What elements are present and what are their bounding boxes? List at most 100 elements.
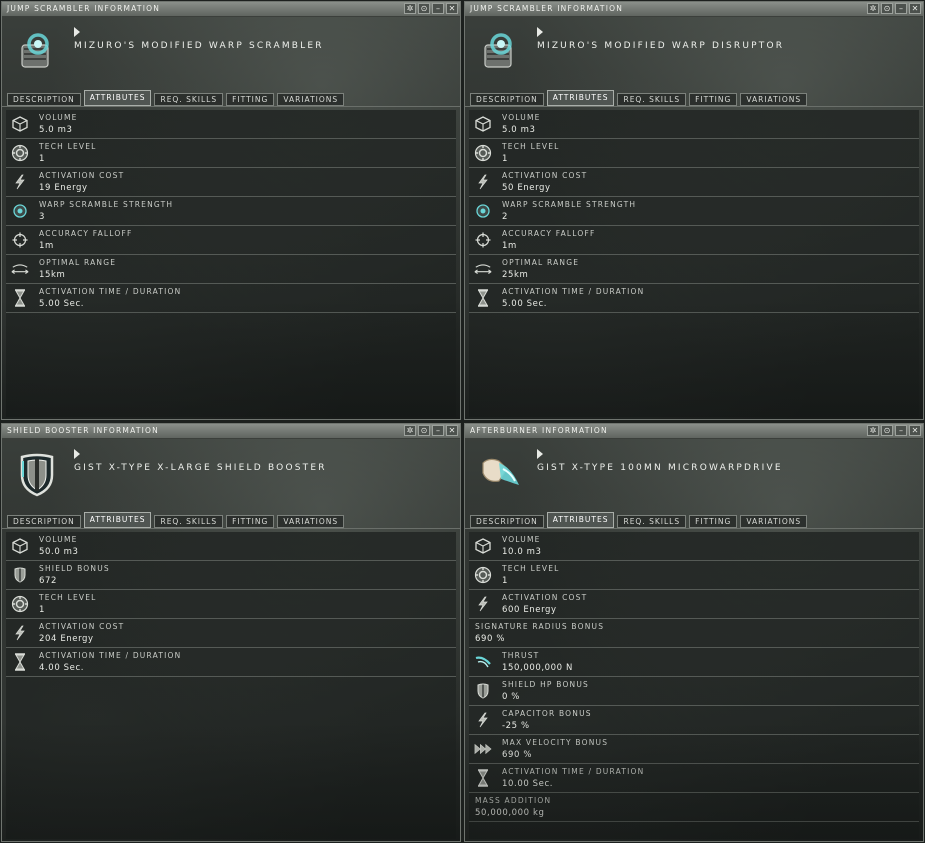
close-button[interactable]: ✕	[446, 3, 458, 14]
window-title: JUMP SCRAMBLER INFORMATION	[470, 4, 624, 13]
attribute-row: TECH LEVEL 1	[469, 561, 919, 590]
tab-variations[interactable]: VARIATIONS	[277, 515, 345, 528]
tab-description[interactable]: DESCRIPTION	[7, 515, 81, 528]
close-button[interactable]: ✕	[446, 425, 458, 436]
tab-attributes[interactable]: ATTRIBUTES	[83, 90, 152, 106]
attribute-label: VOLUME	[39, 535, 78, 544]
attribute-row: SIGNATURE RADIUS BONUS 690 %	[469, 619, 919, 648]
attribute-value: 600 Energy	[502, 605, 557, 615]
close-icon: ✕	[448, 4, 456, 13]
pin-icon: ✲	[869, 426, 877, 435]
tab-description[interactable]: DESCRIPTION	[470, 515, 544, 528]
attribute-label: SHIELD BONUS	[39, 564, 110, 573]
attribute-value: 672	[39, 576, 58, 586]
tab-variations[interactable]: VARIATIONS	[740, 93, 808, 106]
attribute-row: WARP SCRAMBLE STRENGTH 2	[469, 197, 919, 226]
attribute-value: 19 Energy	[39, 183, 88, 193]
settings-icon: ⊙	[883, 4, 891, 13]
attribute-label: ACTIVATION COST	[502, 593, 588, 602]
pin-icon: ✲	[869, 4, 877, 13]
close-icon: ✕	[448, 426, 456, 435]
expand-arrow-icon[interactable]	[74, 449, 80, 459]
attribute-value: 1	[39, 154, 46, 164]
tab-description[interactable]: DESCRIPTION	[470, 93, 544, 106]
settings-icon: ⊙	[883, 426, 891, 435]
tab-fitting[interactable]: FITTING	[689, 93, 738, 106]
tab-variations[interactable]: VARIATIONS	[277, 93, 345, 106]
tab-fitting[interactable]: FITTING	[226, 93, 275, 106]
attribute-row: MAX VELOCITY BONUS 690 %	[469, 735, 919, 764]
tab-fitting[interactable]: FITTING	[689, 515, 738, 528]
tab-fitting[interactable]: FITTING	[226, 515, 275, 528]
minimize-button[interactable]: –	[895, 3, 907, 14]
minimize-icon: –	[899, 426, 903, 435]
tab-attributes[interactable]: ATTRIBUTES	[83, 512, 152, 528]
info-window-microwarpdrive: AFTERBURNER INFORMATION ✲ ⊙ – ✕ GIST X-TYPE 1…	[464, 423, 924, 842]
tab-attributes[interactable]: ATTRIBUTES	[546, 90, 615, 106]
expand-arrow-icon[interactable]	[74, 27, 80, 37]
shield-booster-icon	[14, 451, 60, 497]
attribute-value: 25km	[502, 270, 529, 280]
attribute-value: 1	[502, 576, 509, 586]
attribute-value: 690 %	[502, 750, 533, 760]
tab-description[interactable]: DESCRIPTION	[7, 93, 81, 106]
close-button[interactable]: ✕	[909, 425, 921, 436]
attribute-row: VOLUME 50.0 m3	[6, 532, 456, 561]
attribute-row: ACTIVATION TIME / DURATION 4.00 Sec.	[6, 648, 456, 677]
warp-disruptor-icon	[477, 29, 523, 75]
tab-req-skills[interactable]: REQ. SKILLS	[154, 93, 224, 106]
tab-req-skills[interactable]: REQ. SKILLS	[154, 515, 224, 528]
activation-cost-icon	[11, 173, 29, 191]
attribute-value: 10.00 Sec.	[502, 779, 554, 789]
attribute-label: VOLUME	[502, 535, 541, 544]
attribute-row: TECH LEVEL 1	[6, 139, 456, 168]
close-button[interactable]: ✕	[909, 3, 921, 14]
attribute-row: VOLUME 10.0 m3	[469, 532, 919, 561]
settings-button[interactable]: ⊙	[418, 425, 430, 436]
attribute-label: SIGNATURE RADIUS BONUS	[475, 622, 605, 631]
tab-divider	[2, 106, 460, 107]
minimize-button[interactable]: –	[432, 425, 444, 436]
attribute-list: VOLUME 5.0 m3 TECH LEVEL 1 ACTIVATION COST 50…	[469, 110, 919, 417]
attribute-row: VOLUME 5.0 m3	[6, 110, 456, 139]
pin-button[interactable]: ✲	[404, 425, 416, 436]
attribute-value: 50 Energy	[502, 183, 551, 193]
minimize-button[interactable]: –	[432, 3, 444, 14]
expand-arrow-icon[interactable]	[537, 27, 543, 37]
pin-button[interactable]: ✲	[867, 425, 879, 436]
window-title-bar[interactable]: JUMP SCRAMBLER INFORMATION ✲ ⊙ – ✕	[2, 2, 460, 17]
info-window-warp-disruptor: JUMP SCRAMBLER INFORMATION ✲ ⊙ – ✕ MIZURO'S M…	[464, 1, 924, 420]
expand-arrow-icon[interactable]	[537, 449, 543, 459]
item-header: MIZURO'S MODIFIED WARP DISRUPTOR	[465, 17, 923, 92]
attribute-value: 2	[502, 212, 509, 222]
tab-divider	[465, 528, 923, 529]
info-window-warp-scrambler: JUMP SCRAMBLER INFORMATION ✲ ⊙ – ✕ MIZURO'S M…	[1, 1, 461, 420]
microwarpdrive-icon	[477, 451, 523, 497]
tab-req-skills[interactable]: REQ. SKILLS	[617, 93, 687, 106]
tab-variations[interactable]: VARIATIONS	[740, 515, 808, 528]
minimize-button[interactable]: –	[895, 425, 907, 436]
attribute-row: SHIELD HP BONUS 0 %	[469, 677, 919, 706]
tech-level-icon	[474, 144, 492, 162]
item-name: MIZURO'S MODIFIED WARP DISRUPTOR	[537, 41, 785, 51]
attribute-label: OPTIMAL RANGE	[502, 258, 580, 267]
tab-req-skills[interactable]: REQ. SKILLS	[617, 515, 687, 528]
window-title-bar[interactable]: SHIELD BOOSTER INFORMATION ✲ ⊙ – ✕	[2, 424, 460, 439]
attribute-value: 5.00 Sec.	[502, 299, 548, 309]
activation-cost-icon	[474, 173, 492, 191]
pin-button[interactable]: ✲	[404, 3, 416, 14]
warp-scramble-strength-icon	[474, 202, 492, 220]
attribute-row: ACCURACY FALLOFF 1m	[6, 226, 456, 255]
window-title-bar[interactable]: JUMP SCRAMBLER INFORMATION ✲ ⊙ – ✕	[465, 2, 923, 17]
window-title-bar[interactable]: AFTERBURNER INFORMATION ✲ ⊙ – ✕	[465, 424, 923, 439]
tab-attributes[interactable]: ATTRIBUTES	[546, 512, 615, 528]
settings-icon: ⊙	[420, 4, 428, 13]
pin-button[interactable]: ✲	[867, 3, 879, 14]
settings-button[interactable]: ⊙	[881, 425, 893, 436]
attribute-value: 1	[39, 605, 46, 615]
window-title: AFTERBURNER INFORMATION	[470, 426, 608, 435]
activation-time-icon	[11, 653, 29, 671]
settings-button[interactable]: ⊙	[418, 3, 430, 14]
attribute-row: ACTIVATION COST 600 Energy	[469, 590, 919, 619]
settings-button[interactable]: ⊙	[881, 3, 893, 14]
